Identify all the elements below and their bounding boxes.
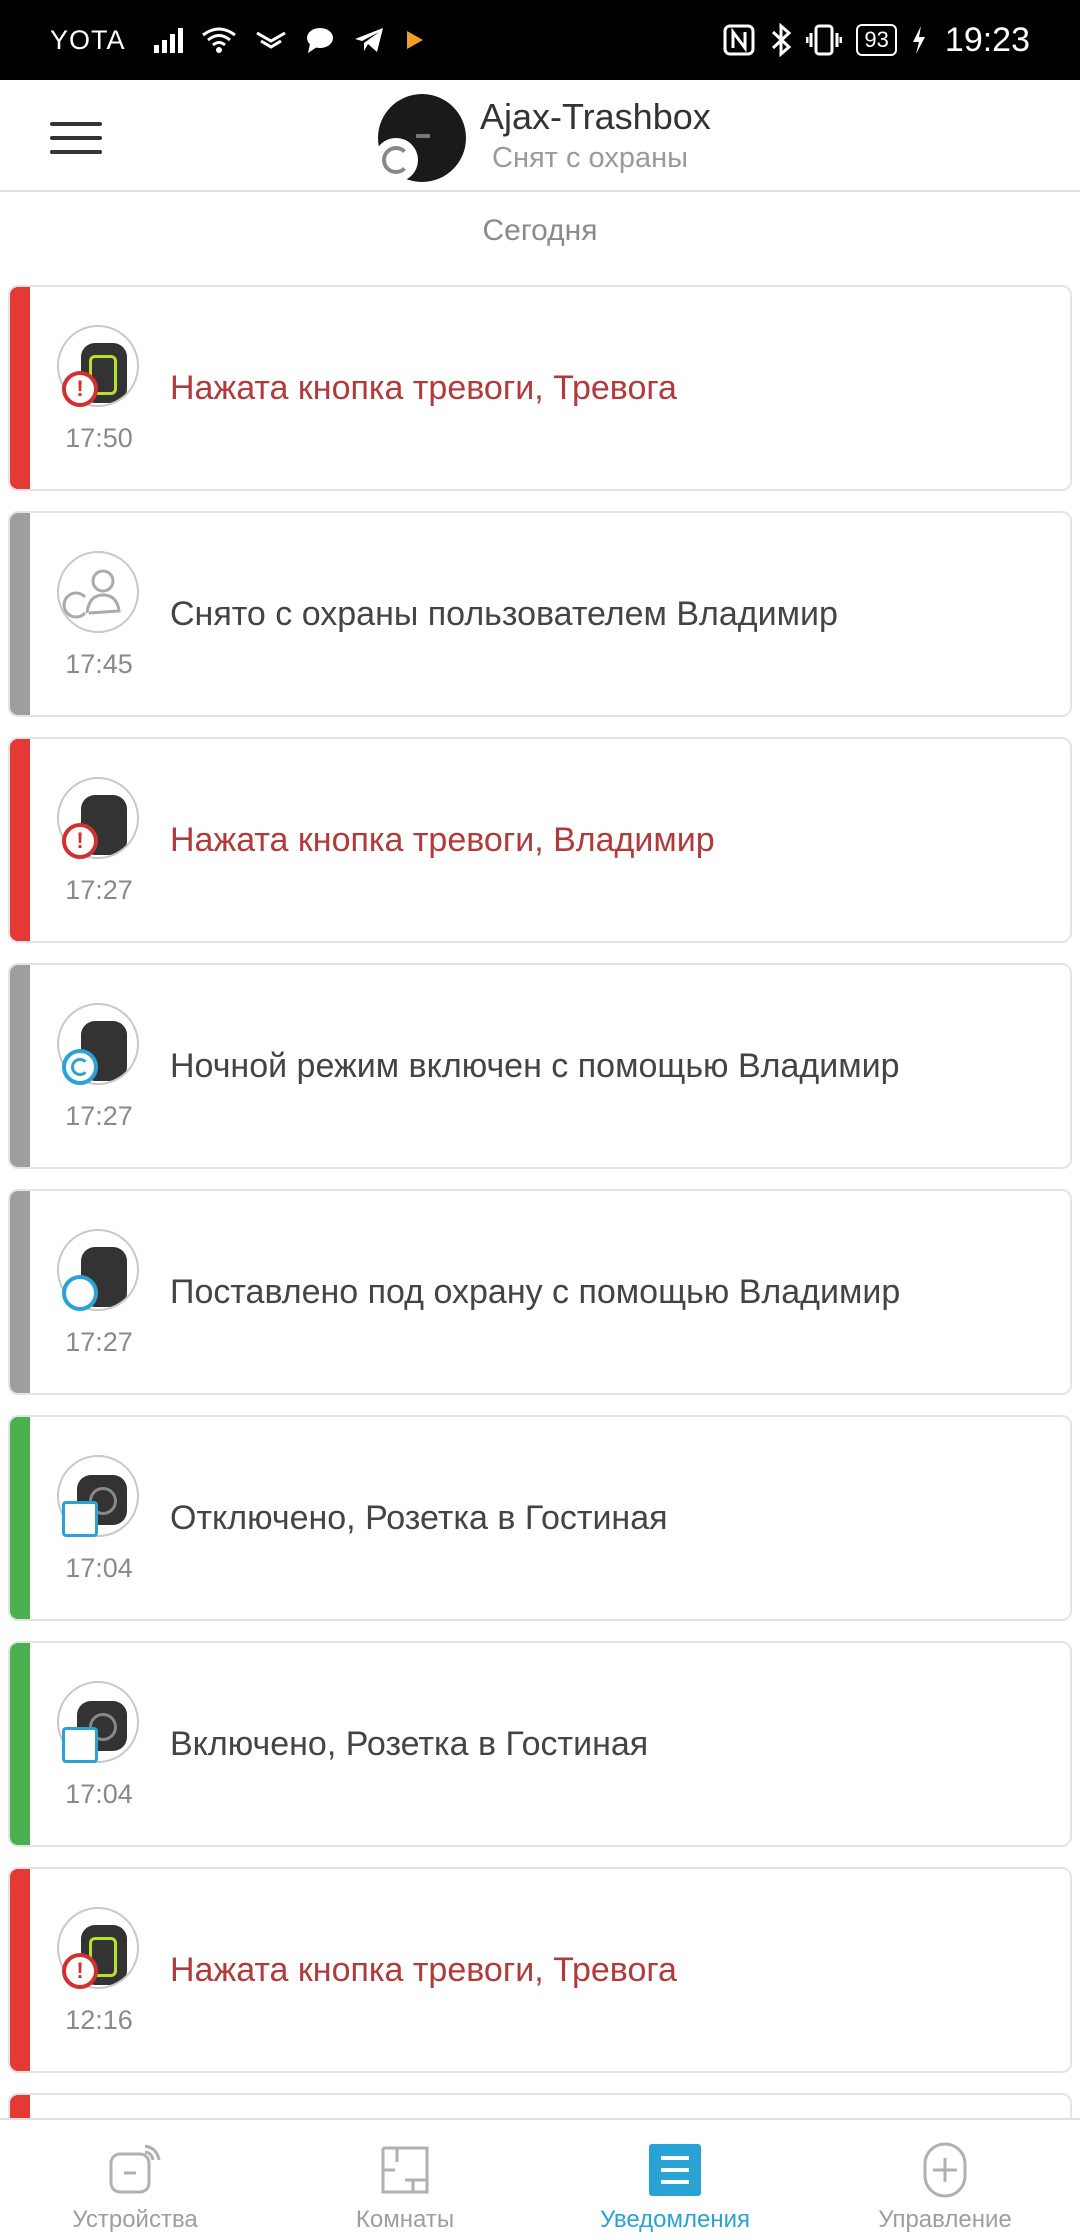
- event-message: Снято с охраны пользователем Владимир: [170, 594, 838, 633]
- bluetooth-icon: [772, 23, 792, 57]
- hub-status: Снят с охраны: [492, 142, 688, 174]
- night-mode-badge-icon: [62, 1049, 98, 1085]
- clock: 19:23: [944, 20, 1030, 59]
- menu-button[interactable]: [50, 122, 102, 154]
- telegram-icon: [354, 28, 383, 52]
- hangouts-icon: [255, 31, 286, 49]
- alarm-badge-icon: !: [62, 823, 98, 859]
- event-card[interactable]: ! 12:16 Нажата кнопка тревоги, Тревога: [8, 1867, 1072, 2073]
- nav-rooms[interactable]: Комнаты: [270, 2120, 540, 2240]
- carrier-label: YOTA: [50, 24, 126, 55]
- date-section-label: Сегодня: [482, 214, 598, 247]
- disarmed-status-icon: [374, 138, 418, 182]
- event-message: Нажата кнопка тревоги, Тревога: [170, 368, 677, 407]
- event-time: 17:27: [65, 875, 133, 905]
- alarm-badge-icon: !: [62, 371, 98, 407]
- event-time: 17:27: [65, 1327, 133, 1357]
- event-type-indicator: [10, 965, 30, 1167]
- message-icon: [306, 28, 333, 53]
- event-card[interactable]: ! 17:50 Нажата кнопка тревоги, Тревога: [8, 285, 1072, 491]
- nav-label: Комнаты: [355, 2206, 455, 2233]
- devices-icon: [109, 2144, 161, 2194]
- event-list: ! 17:50 Нажата кнопка тревоги, Тревога 17:4…: [8, 285, 1072, 2153]
- event-card[interactable]: 17:27 Ночной режим включен с помощью Влад…: [8, 963, 1072, 1169]
- notifications-icon: [649, 2144, 701, 2196]
- app-header: Ajax-Trashbox Снят с охраны: [0, 80, 1080, 192]
- event-message: Нажата кнопка тревоги, Владимир: [170, 820, 715, 859]
- event-type-indicator: [10, 739, 30, 941]
- event-time: 17:27: [65, 1101, 133, 1131]
- event-card[interactable]: ! 17:27 Нажата кнопка тревоги, Владимир: [8, 737, 1072, 943]
- event-card[interactable]: 17:45 Снято с охраны пользователем Владим…: [8, 511, 1072, 717]
- event-time: 17:04: [65, 1553, 133, 1583]
- rooms-icon: [381, 2146, 429, 2194]
- event-message: Нажата кнопка тревоги, Тревога: [170, 1950, 677, 1989]
- socket-on-badge-icon: [62, 1727, 98, 1763]
- event-message: Включено, Розетка в Гостиная: [170, 1724, 649, 1763]
- play-icon: [406, 31, 423, 49]
- nav-devices[interactable]: Устройства: [0, 2120, 270, 2240]
- nfc-icon: [723, 24, 755, 56]
- event-time: 17:04: [65, 1779, 133, 1809]
- nav-label: Уведомления: [599, 2206, 751, 2233]
- device-thumbnail: [57, 551, 139, 633]
- charging-icon: [912, 26, 925, 54]
- event-type-indicator: [10, 1869, 30, 2071]
- hub-name[interactable]: Ajax-Trashbox: [480, 96, 711, 138]
- status-bar: YOTA 93 19:23: [0, 0, 1080, 80]
- event-card[interactable]: 17:04 Отключено, Розетка в Гостиная: [8, 1415, 1072, 1621]
- event-type-indicator: [10, 513, 30, 715]
- user-icon: [62, 569, 121, 619]
- event-time: 17:50: [65, 423, 133, 453]
- event-message: Ночной режим включен с помощью Владимир: [170, 1046, 900, 1085]
- event-message: Поставлено под охрану с помощью Владимир: [170, 1272, 901, 1311]
- signal-icon: [153, 27, 183, 53]
- socket-off-badge-icon: [62, 1501, 98, 1537]
- event-type-indicator: [10, 287, 30, 489]
- event-type-indicator: [10, 1643, 30, 1845]
- battery-indicator: 93: [856, 24, 897, 56]
- event-message: Отключено, Розетка в Гостиная: [170, 1498, 668, 1537]
- event-type-indicator: [10, 1417, 30, 1619]
- event-time: 17:45: [65, 649, 133, 679]
- event-card[interactable]: 17:27 Поставлено под охрану с помощью Вла…: [8, 1189, 1072, 1395]
- nav-control[interactable]: Управление: [810, 2120, 1080, 2240]
- event-card[interactable]: 17:04 Включено, Розетка в Гостиная: [8, 1641, 1072, 1847]
- event-time: 12:16: [65, 2005, 133, 2035]
- control-icon: [923, 2142, 967, 2198]
- vibrate-icon: [806, 24, 843, 56]
- ajax-logo-icon: [416, 134, 430, 138]
- armed-badge-icon: [62, 1275, 98, 1311]
- hamburger-icon: [50, 122, 102, 126]
- event-type-indicator: [10, 1191, 30, 1393]
- nav-label: Устройства: [72, 2206, 198, 2233]
- alarm-badge-icon: !: [62, 1953, 98, 1989]
- nav-notifications[interactable]: Уведомления: [540, 2120, 810, 2240]
- nav-label: Управление: [878, 2206, 1012, 2233]
- bottom-navigation: Устройства Комнаты Уведомления Управлени…: [0, 2118, 1080, 2240]
- wifi-icon: [201, 27, 236, 53]
